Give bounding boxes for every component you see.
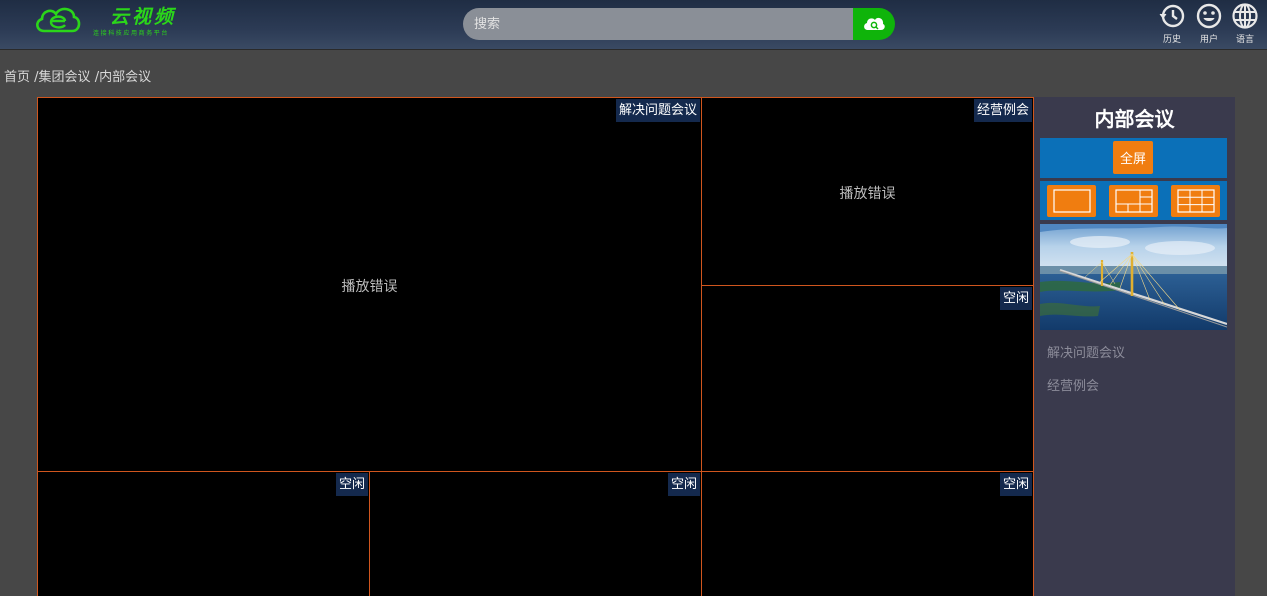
- search-bar: [463, 8, 895, 40]
- user-label: 用户: [1199, 35, 1218, 45]
- video-cell-tag: 空闲: [335, 473, 368, 496]
- video-cell-tag: 空闲: [667, 473, 700, 496]
- breadcrumb-internal-meetings[interactable]: 内部会议: [99, 70, 151, 85]
- breadcrumb-group-meetings[interactable]: 集团会议: [39, 70, 91, 85]
- video-cell-1[interactable]: 解决问题会议 播放错误: [37, 97, 702, 472]
- language-button[interactable]: 语言: [1229, 2, 1261, 45]
- user-button[interactable]: 用户: [1193, 2, 1225, 45]
- video-cell-tag: 解决问题会议: [615, 99, 700, 122]
- layout-1-icon: [1052, 189, 1091, 213]
- history-button[interactable]: 历史: [1156, 2, 1188, 45]
- language-label: 语言: [1235, 35, 1254, 45]
- top-header: 云视频 连接科技应用商务平台 历史 用户: [0, 0, 1267, 50]
- cloud-logo-icon: [36, 7, 81, 33]
- meeting-list-item[interactable]: 解决问题会议: [1047, 342, 1125, 361]
- video-cell-5[interactable]: 空闲: [369, 471, 702, 596]
- logo-title: 云视频: [110, 6, 177, 28]
- fullscreen-button[interactable]: 全屏: [1113, 141, 1153, 174]
- video-cell-tag: 经营例会: [973, 99, 1032, 122]
- breadcrumb: 首页 /集团会议 /内部会议: [4, 66, 151, 85]
- history-icon: [1159, 4, 1185, 28]
- video-cell-4[interactable]: 空闲: [37, 471, 370, 596]
- layout-9-button[interactable]: [1171, 185, 1220, 217]
- breadcrumb-home[interactable]: 首页: [4, 70, 30, 85]
- video-cell-6[interactable]: 空闲: [701, 471, 1034, 596]
- meeting-panel: 内部会议 全屏 解决问题会议 经营例会: [1034, 97, 1235, 596]
- video-cell-tag: 空闲: [999, 287, 1032, 310]
- history-label: 历史: [1162, 35, 1181, 45]
- video-cell-2[interactable]: 经营例会 播放错误: [701, 97, 1034, 286]
- search-input[interactable]: [463, 8, 863, 40]
- layout-1-button[interactable]: [1047, 185, 1096, 217]
- meeting-thumbnail: [1040, 224, 1227, 330]
- video-cell-tag: 空闲: [999, 473, 1032, 496]
- cloud-search-icon: [864, 17, 885, 30]
- layout-bar: [1040, 181, 1227, 220]
- video-cell-message: 播放错误: [341, 279, 398, 295]
- layout-6-icon: [1114, 189, 1153, 213]
- search-button[interactable]: [853, 8, 895, 40]
- logo-subtitle: 连接科技应用商务平台: [93, 30, 170, 37]
- globe-icon: [1232, 3, 1258, 29]
- layout-9-icon: [1176, 189, 1215, 213]
- video-cell-3[interactable]: 空闲: [701, 285, 1034, 472]
- video-cell-message: 播放错误: [839, 186, 896, 202]
- panel-title: 内部会议: [1094, 107, 1175, 131]
- user-smile-icon: [1196, 3, 1222, 29]
- meeting-list-item[interactable]: 经营例会: [1047, 375, 1099, 394]
- fullscreen-bar: 全屏: [1040, 138, 1227, 178]
- bridge-photo: [1040, 224, 1227, 330]
- layout-6-button[interactable]: [1109, 185, 1158, 217]
